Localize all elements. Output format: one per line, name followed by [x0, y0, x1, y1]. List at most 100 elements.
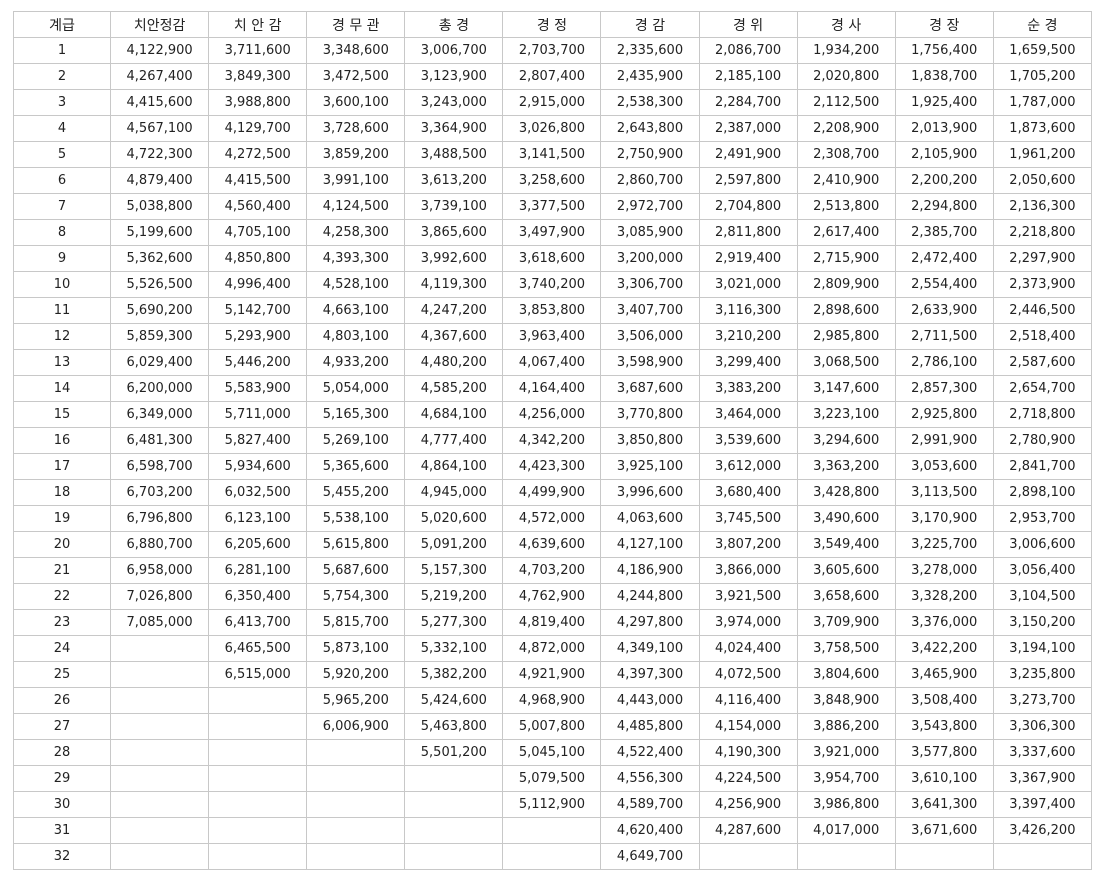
salary-cell: 3,658,600	[796, 583, 896, 610]
header-grade: 계급	[12, 11, 112, 38]
salary-cell: 7,026,800	[110, 583, 210, 610]
salary-cell	[404, 843, 504, 870]
header-rank-6: 경 감	[600, 11, 700, 38]
salary-cell: 3,200,000	[600, 245, 700, 272]
salary-cell: 5,538,100	[306, 505, 406, 532]
salary-cell: 4,256,900	[698, 791, 798, 818]
salary-cell: 3,641,300	[894, 791, 994, 818]
salary-cell: 6,350,400	[208, 583, 308, 610]
salary-cell: 2,985,800	[796, 323, 896, 350]
grade-cell: 26	[12, 687, 112, 714]
salary-cell	[306, 765, 406, 792]
salary-cell: 3,367,900	[992, 765, 1093, 792]
salary-cell: 2,633,900	[894, 297, 994, 324]
salary-cell: 5,157,300	[404, 557, 504, 584]
salary-cell: 4,572,000	[502, 505, 602, 532]
salary-cell: 6,413,700	[208, 609, 308, 636]
salary-cell	[992, 843, 1093, 870]
salary-cell: 5,526,500	[110, 271, 210, 298]
salary-cell: 4,684,100	[404, 401, 504, 428]
salary-cell: 3,376,000	[894, 609, 994, 636]
table-row: 21 6,958,000 6,281,100 5,687,600 5,157,300 4,…	[12, 557, 1093, 584]
grade-cell: 15	[12, 401, 112, 428]
salary-cell: 3,243,000	[404, 89, 504, 116]
salary-cell: 5,711,000	[208, 401, 308, 428]
salary-cell: 2,750,900	[600, 141, 700, 168]
salary-cell: 3,273,700	[992, 687, 1093, 714]
salary-cell: 2,208,900	[796, 115, 896, 142]
salary-cell: 3,306,300	[992, 713, 1093, 740]
salary-cell: 5,142,700	[208, 297, 308, 324]
salary-cell: 3,488,500	[404, 141, 504, 168]
grade-cell: 6	[12, 167, 112, 194]
salary-cell: 2,857,300	[894, 375, 994, 402]
salary-cell: 2,373,900	[992, 271, 1093, 298]
salary-cell: 3,026,800	[502, 115, 602, 142]
salary-cell	[306, 817, 406, 844]
salary-cell: 2,919,400	[698, 245, 798, 272]
salary-cell: 6,006,900	[306, 713, 406, 740]
salary-cell: 3,865,600	[404, 219, 504, 246]
salary-cell: 5,815,700	[306, 609, 406, 636]
salary-cell: 5,382,200	[404, 661, 504, 688]
salary-cell: 5,045,100	[502, 739, 602, 766]
salary-cell: 4,116,400	[698, 687, 798, 714]
table-row: 1 4,122,900 3,711,600 3,348,600 3,006,700 2,7…	[12, 37, 1093, 64]
salary-cell: 5,446,200	[208, 349, 308, 376]
salary-cell: 3,974,000	[698, 609, 798, 636]
salary-cell	[404, 765, 504, 792]
salary-cell: 2,446,500	[992, 297, 1093, 324]
salary-table: 계급 치안정감 치 안 감경 무 관총 경경 정경 감경 위경 사경 장순 경 14…	[12, 11, 1093, 870]
salary-cell: 5,501,200	[404, 739, 504, 766]
salary-cell: 4,190,300	[698, 739, 798, 766]
salary-cell: 4,499,900	[502, 479, 602, 506]
salary-cell: 3,549,400	[796, 531, 896, 558]
salary-cell: 2,538,300	[600, 89, 700, 116]
salary-cell: 2,597,800	[698, 167, 798, 194]
salary-cell: 3,465,900	[894, 661, 994, 688]
table-row: 23 7,085,000 6,413,700 5,815,700 5,277,300 4,…	[12, 609, 1093, 636]
salary-cell: 3,383,200	[698, 375, 798, 402]
salary-cell: 1,873,600	[992, 115, 1093, 142]
salary-cell: 4,349,100	[600, 635, 700, 662]
grade-cell: 4	[12, 115, 112, 142]
salary-cell: 3,539,600	[698, 427, 798, 454]
grade-cell: 7	[12, 193, 112, 220]
salary-cell: 5,827,400	[208, 427, 308, 454]
grade-cell: 31	[12, 817, 112, 844]
salary-cell: 3,278,000	[894, 557, 994, 584]
salary-cell: 3,422,200	[894, 635, 994, 662]
grade-cell: 9	[12, 245, 112, 272]
salary-cell: 2,513,800	[796, 193, 896, 220]
salary-cell: 4,415,600	[110, 89, 210, 116]
salary-cell: 1,925,400	[894, 89, 994, 116]
salary-cell: 5,112,900	[502, 791, 602, 818]
salary-cell	[110, 661, 210, 688]
salary-cell: 5,873,100	[306, 635, 406, 662]
salary-cell: 2,335,600	[600, 37, 700, 64]
grade-cell: 3	[12, 89, 112, 116]
salary-cell: 3,745,500	[698, 505, 798, 532]
salary-cell	[208, 687, 308, 714]
salary-cell: 5,332,100	[404, 635, 504, 662]
salary-cell: 3,113,500	[894, 479, 994, 506]
salary-cell: 3,294,600	[796, 427, 896, 454]
salary-cell: 2,703,700	[502, 37, 602, 64]
salary-cell: 3,711,600	[208, 37, 308, 64]
salary-cell	[110, 817, 210, 844]
salary-cell: 3,194,100	[992, 635, 1093, 662]
table-row: 2 4,267,400 3,849,300 3,472,500 3,123,900 2,8…	[12, 63, 1093, 90]
salary-cell: 2,704,800	[698, 193, 798, 220]
salary-cell: 2,915,000	[502, 89, 602, 116]
salary-cell: 3,123,900	[404, 63, 504, 90]
salary-cell	[110, 687, 210, 714]
salary-cell: 4,393,300	[306, 245, 406, 272]
salary-cell: 3,258,600	[502, 167, 602, 194]
salary-cell	[796, 843, 896, 870]
salary-cell: 5,165,300	[306, 401, 406, 428]
salary-cell: 1,961,200	[992, 141, 1093, 168]
salary-cell: 5,615,800	[306, 531, 406, 558]
salary-cell: 2,643,800	[600, 115, 700, 142]
salary-cell: 3,853,800	[502, 297, 602, 324]
salary-cell: 4,872,000	[502, 635, 602, 662]
